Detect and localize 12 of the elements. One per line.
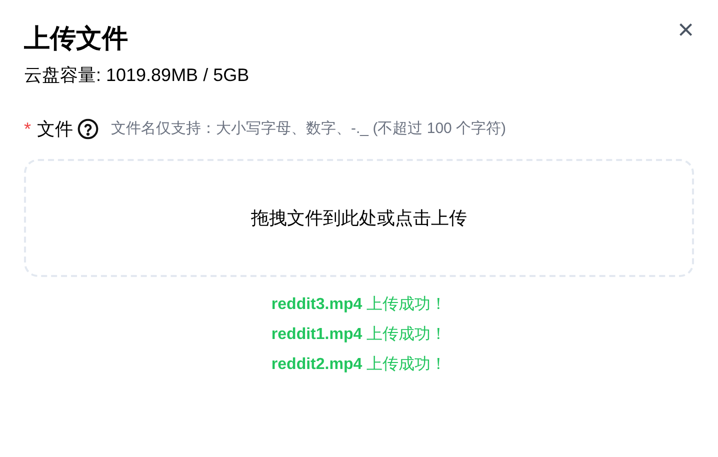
dropzone-text: 拖拽文件到此处或点击上传 [251, 206, 467, 230]
upload-result: reddit3.mp4 上传成功！ [271, 294, 447, 315]
upload-result: reddit2.mp4 上传成功！ [271, 354, 447, 375]
field-label: 文件 [37, 118, 74, 140]
help-icon[interactable] [77, 118, 100, 140]
capacity-text: 云盘容量: 1019.89MB / 5GB [24, 64, 250, 87]
close-button[interactable]: × [678, 16, 694, 44]
upload-dropzone[interactable]: 拖拽文件到此处或点击上传 [24, 159, 694, 277]
dialog-title: 上传文件 [24, 22, 128, 55]
upload-result: reddit1.mp4 上传成功！ [271, 324, 447, 345]
required-mark: * [24, 118, 32, 140]
field-hint: 文件名仅支持：大小写字母、数字、-._ (不超过 100 个字符) [111, 118, 506, 139]
